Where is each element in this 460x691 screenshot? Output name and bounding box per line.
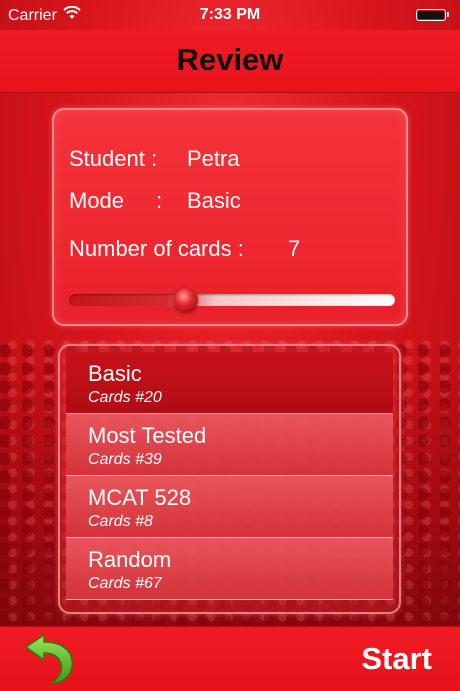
bottom-toolbar: Start [0,626,460,691]
cards-count-value: 7 [288,236,301,261]
deck-item-most-tested[interactable]: Most Tested Cards #39 [66,414,393,476]
battery-icon [416,9,449,21]
deck-list: Basic Cards #20 Most Tested Cards #39 MC… [66,352,393,600]
page-title: Review [176,42,284,77]
student-value: Petra [187,146,240,171]
deck-card-count: Cards #39 [88,451,162,468]
review-info-card: Student : Petra Mode : Basic Number of c… [52,108,408,326]
deck-title: MCAT 528 [88,485,192,510]
deck-title: Most Tested [88,423,207,448]
status-bar: Carrier 7:33 PM [0,0,460,30]
start-button[interactable]: Start [361,641,432,677]
mode-colon: : [156,188,163,213]
back-button[interactable] [22,633,82,685]
nav-bar: Review [0,30,460,93]
deck-card-count: Cards #20 [88,389,162,406]
deck-title: Basic [88,361,142,386]
mode-value: Basic [187,188,241,213]
deck-item-mcat-528[interactable]: MCAT 528 Cards #8 [66,476,393,538]
cards-slider-thumb[interactable] [174,288,199,312]
back-arrow-icon [24,633,73,684]
deck-title: Random [88,547,172,572]
mode-label: Mode [69,188,125,213]
deck-card-count: Cards #8 [88,513,153,530]
cards-slider-track[interactable] [69,294,395,306]
status-time: 7:33 PM [199,6,261,23]
deck-item-random[interactable]: Random Cards #67 [66,538,393,600]
cards-count-label: Number of cards : [69,236,244,261]
deck-item-basic[interactable]: Basic Cards #20 [66,352,393,414]
student-label: Student : [69,146,158,171]
deck-card-count: Cards #67 [88,575,162,592]
